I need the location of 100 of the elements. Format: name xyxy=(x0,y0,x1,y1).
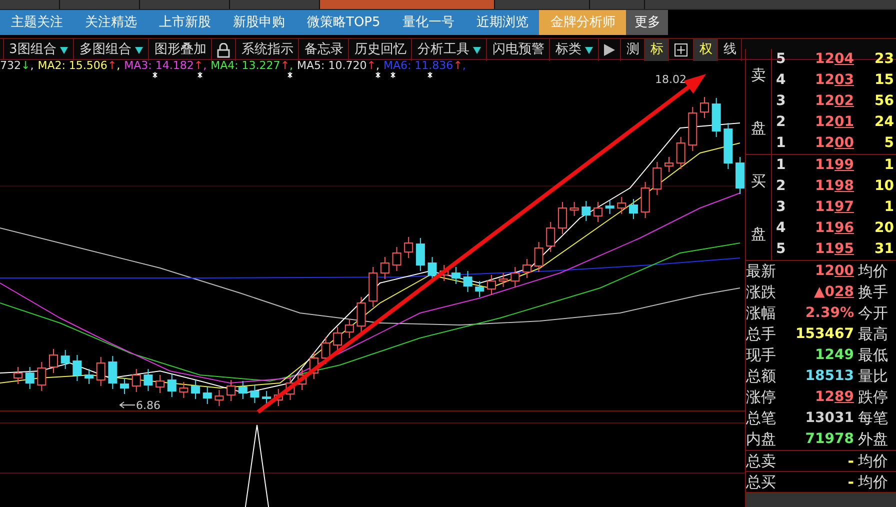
order-rank: 1 xyxy=(775,156,787,175)
quote-value: 1249 xyxy=(814,346,855,365)
separator-comma: , xyxy=(376,60,380,71)
toolbar-button[interactable]: 闪电预警 xyxy=(487,39,550,61)
candlestick xyxy=(534,242,544,272)
moving-average-value: MA3: 14.182 xyxy=(124,60,194,71)
order-rank: 2 xyxy=(775,113,787,132)
quote-label: 涨停 xyxy=(746,387,777,408)
quote-label: 总额 xyxy=(746,366,777,388)
trend-arrow-glyph: ↑ xyxy=(453,60,462,71)
total-value: - xyxy=(846,450,855,472)
toolbar-dropdown[interactable]: 标类 xyxy=(550,39,600,61)
candlestick xyxy=(712,98,721,138)
toolbar-button[interactable]: 系统指示 xyxy=(236,39,300,61)
order-rank: 3 xyxy=(775,92,787,111)
quote-value: 2.39% xyxy=(804,304,855,323)
toolbar-dropdown[interactable]: 3图组合 xyxy=(4,39,74,61)
moving-average-value: MA2: 15.506 xyxy=(38,60,108,71)
candlestick xyxy=(262,390,272,404)
candlestick xyxy=(700,96,709,118)
quote-label: 最低 xyxy=(858,345,889,366)
order-side-label: 卖 xyxy=(751,65,766,86)
order-price: 1197 xyxy=(814,198,854,217)
order-price: 1199 xyxy=(814,156,854,175)
candlestick xyxy=(226,380,236,402)
toolbar-dropdown[interactable]: 分析工具 xyxy=(412,39,488,61)
candlestick xyxy=(25,366,34,390)
order-rank: 2 xyxy=(775,177,787,196)
order-volume: 1 xyxy=(883,198,895,217)
order-price: 1201 xyxy=(814,113,854,132)
quote-value: 153467 xyxy=(794,325,855,344)
nav-tab[interactable]: 上市新股 xyxy=(148,10,222,35)
candlestick xyxy=(522,258,532,278)
candlestick xyxy=(167,374,176,398)
order-volume: 23 xyxy=(874,50,895,69)
quote-value: 71978 xyxy=(804,430,855,449)
candlestick xyxy=(14,366,22,384)
order-volume: 56 xyxy=(874,92,895,111)
trend-arrow-glyph: ↑ xyxy=(107,60,117,71)
high-price-label: 18.02 xyxy=(655,73,686,86)
order-price: 1196 xyxy=(814,219,854,238)
candlestick xyxy=(344,318,354,338)
quote-label: 现手 xyxy=(746,345,777,366)
order-rank: 4 xyxy=(775,219,787,238)
nav-tab[interactable]: 关注精选 xyxy=(74,10,148,35)
quote-label: 换手 xyxy=(858,282,889,304)
nav-tab[interactable]: 更多 xyxy=(626,10,668,35)
moving-average-value: MA5: 10.720 xyxy=(297,60,367,71)
toolbar-dropdown[interactable]: 多图组合 xyxy=(74,39,150,61)
order-volume: 24 xyxy=(874,113,895,132)
candlestick xyxy=(498,272,508,288)
toolbar-button[interactable]: 备忘录 xyxy=(299,39,350,61)
candlestick xyxy=(380,256,390,280)
candlestick xyxy=(486,274,496,296)
nav-tab[interactable]: 近期浏览 xyxy=(465,10,540,35)
toolbar-button[interactable]: 历史回忆 xyxy=(349,39,412,61)
candlestick xyxy=(451,266,460,284)
candlestick xyxy=(676,136,686,170)
toolbar-toggle[interactable]: 标 xyxy=(645,39,670,61)
quote-value: ▲028 xyxy=(813,283,855,302)
candlestick xyxy=(321,336,330,364)
toolbar-toggle[interactable]: 权 xyxy=(694,39,718,61)
order-price: 1195 xyxy=(814,240,854,259)
candlestick xyxy=(368,266,378,308)
candlestick xyxy=(120,378,130,394)
quote-label: 涨跌 xyxy=(746,282,777,304)
total-label: 均价 xyxy=(858,472,889,493)
total-value: - xyxy=(846,472,855,493)
candlestick xyxy=(416,238,425,272)
order-rank: 1 xyxy=(775,134,787,153)
candlestick xyxy=(156,374,165,394)
candlestick xyxy=(724,122,733,170)
candlestick xyxy=(736,156,744,194)
quote-value: 18513 xyxy=(804,367,855,386)
separator-comma: , xyxy=(116,60,120,71)
candlestick xyxy=(510,266,520,288)
quote-value: 1200 xyxy=(814,262,855,281)
candlestick xyxy=(463,270,472,292)
toolbar-button[interactable]: 图形叠加 xyxy=(149,39,212,61)
nav-tab[interactable]: 主题关注 xyxy=(0,10,74,35)
nav-tab[interactable]: 新股申购 xyxy=(222,10,296,35)
candlestick xyxy=(202,386,212,404)
nav-tab[interactable]: 微策略TOP5 xyxy=(296,10,392,35)
toolbar-toggle[interactable]: 线 xyxy=(718,39,742,61)
total-label: 总卖 xyxy=(746,450,777,472)
trend-arrow-glyph: ↓ xyxy=(21,60,30,71)
nav-tab[interactable]: 量化一号 xyxy=(391,10,466,35)
moving-average-value: MA6: 11.836 xyxy=(383,60,454,71)
quote-label: 跌停 xyxy=(858,387,889,408)
order-price: 1198 xyxy=(814,177,854,196)
candlestick xyxy=(628,198,638,220)
separator-comma: , xyxy=(203,60,207,71)
candlestick xyxy=(333,326,342,352)
quote-label: 均价 xyxy=(858,261,889,282)
candlestick xyxy=(688,106,698,152)
trend-arrow-glyph: ↑ xyxy=(366,60,376,71)
order-volume: 31 xyxy=(874,240,895,259)
order-price: 1204 xyxy=(814,50,854,69)
order-rank: 3 xyxy=(775,198,787,217)
candlestick xyxy=(475,280,484,298)
